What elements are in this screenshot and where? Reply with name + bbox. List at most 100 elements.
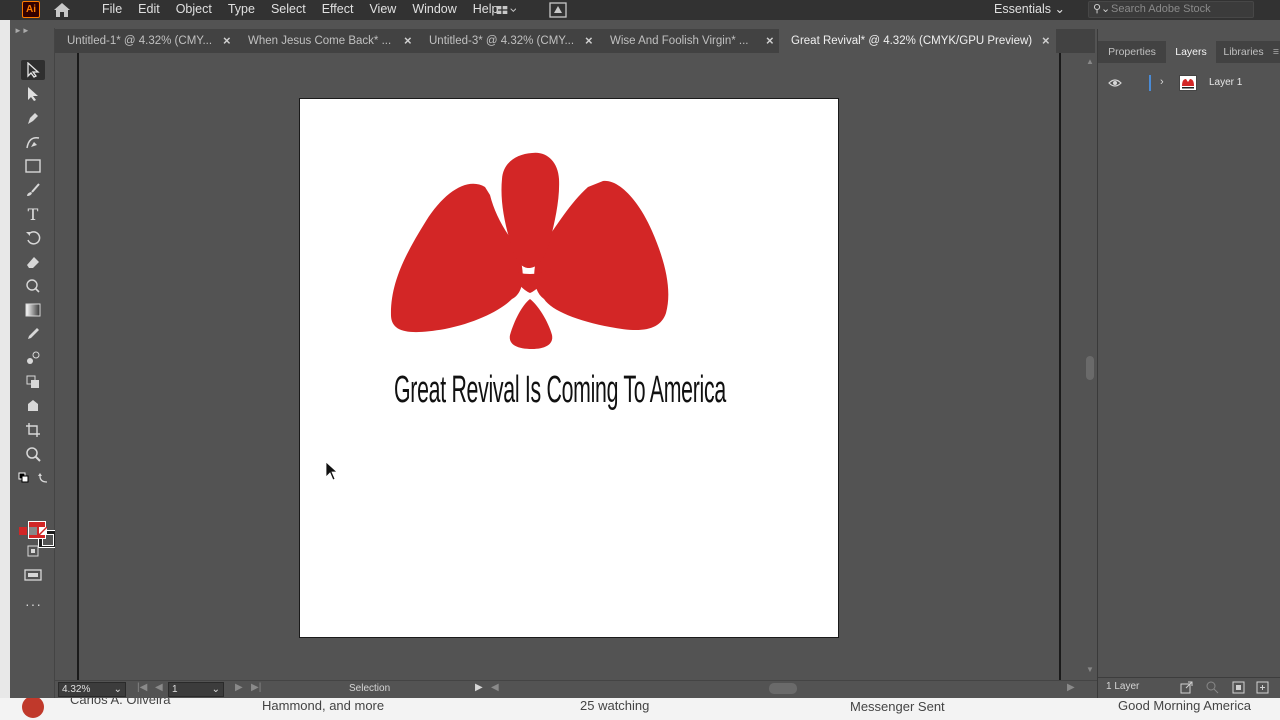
color-mode-icons[interactable]	[19, 526, 47, 536]
layer-count: 1 Layer	[1106, 681, 1140, 692]
tab-when-jesus-come-back[interactable]: When Jesus Come Back* ...	[236, 29, 416, 53]
rectangle-tool-icon[interactable]	[23, 156, 43, 176]
last-artboard-icon[interactable]: ▶|	[251, 682, 261, 693]
tab-layers[interactable]: Layers	[1166, 41, 1216, 63]
horizontal-scroll-thumb[interactable]	[769, 683, 797, 694]
blend-tool-icon[interactable]	[23, 348, 43, 368]
draw-mode-icon[interactable]	[26, 544, 40, 558]
menu-bar: Ai File Edit Object Type Select Effect V…	[0, 0, 1280, 20]
zoom-tool-icon[interactable]	[23, 444, 43, 464]
close-icon[interactable]: ×	[404, 29, 412, 53]
layer-thumbnail	[1179, 75, 1197, 91]
tab-properties[interactable]: Properties	[1098, 41, 1166, 63]
artboard-tool-icon[interactable]	[23, 420, 43, 440]
chevron-right-icon[interactable]: ›	[1160, 76, 1164, 88]
new-sublayer-icon[interactable]	[1256, 681, 1269, 694]
app-logo[interactable]: Ai	[22, 1, 40, 18]
desktop-edge	[0, 20, 10, 700]
live-paint-tool-icon[interactable]	[23, 396, 43, 416]
avatar	[22, 698, 44, 718]
tab-untitled-3[interactable]: Untitled-3* @ 4.32% (CMY...	[417, 29, 597, 53]
mouse-pointer-icon	[325, 461, 339, 481]
layer-row[interactable]: › Layer 1	[1106, 73, 1280, 93]
scroll-right-icon[interactable]: ▶	[1067, 682, 1075, 693]
menu-view[interactable]: View	[361, 0, 404, 20]
swap-colors-icon[interactable]	[38, 472, 50, 484]
menu-window[interactable]: Window	[404, 0, 464, 20]
tab-great-revival[interactable]: Great Revival* @ 4.32% (CMYK/GPU Preview…	[779, 29, 1056, 53]
scroll-down-icon[interactable]: ▼	[1086, 665, 1094, 674]
overlay-text: Messenger Sent	[850, 699, 945, 714]
panel-collapse-icon[interactable]: ►►	[14, 26, 54, 36]
current-tool-status[interactable]: Selection	[349, 683, 390, 694]
overlay-text: Good Morning America	[1118, 698, 1251, 713]
arrange-documents-icon[interactable]	[496, 2, 516, 18]
pen-tool-icon[interactable]	[23, 108, 43, 128]
first-artboard-icon[interactable]: |◀	[137, 682, 147, 693]
scroll-up-icon[interactable]: ▲	[1086, 57, 1094, 66]
document-tabs: Untitled-1* @ 4.32% (CMY... × When Jesus…	[55, 29, 1095, 53]
tab-wise-and-foolish-virgin[interactable]: Wise And Foolish Virgin* ...	[598, 29, 778, 53]
vertical-scroll-thumb[interactable]	[1086, 356, 1094, 380]
video-overlay-strip: Carlos A. Oliveira Hammond, and more 25 …	[0, 698, 1280, 720]
chevron-down-icon[interactable]: ⌄	[212, 683, 220, 696]
clipping-mask-icon[interactable]	[1232, 681, 1245, 694]
zoom-level-field[interactable]: 4.32% ⌄	[58, 682, 126, 697]
tab-libraries[interactable]: Libraries	[1216, 41, 1271, 63]
tab-untitled-1[interactable]: Untitled-1* @ 4.32% (CMY...	[55, 29, 235, 53]
layer-color-indicator	[1149, 75, 1151, 91]
paintbrush-tool-icon[interactable]	[23, 180, 43, 200]
overlay-text: Hammond, and more	[262, 698, 385, 713]
home-icon[interactable]	[52, 1, 72, 19]
menu-file[interactable]: File	[94, 0, 130, 20]
layer-name[interactable]: Layer 1	[1209, 73, 1242, 93]
export-icon[interactable]	[1180, 681, 1193, 694]
artboard-headline[interactable]: Great Revival Is Coming To America	[394, 369, 726, 412]
previous-artboard-icon[interactable]: ◀	[155, 682, 163, 693]
scroll-left-icon[interactable]: ◀	[491, 682, 499, 693]
status-bar: 4.32% ⌄ |◀ ◀ 1 ⌄ ▶ ▶| Selection ▶ ◀ ▶	[55, 680, 1097, 698]
vertical-scrollbar[interactable]: ▲ ▼	[1083, 53, 1097, 681]
locate-object-icon[interactable]	[1206, 681, 1219, 694]
more-tools-icon[interactable]: ···	[25, 596, 42, 612]
panel-tabs: Properties Layers Libraries ≡	[1098, 41, 1280, 63]
eyedropper-tool-icon[interactable]	[23, 324, 43, 344]
next-artboard-icon[interactable]: ▶	[235, 682, 243, 693]
menu-select[interactable]: Select	[263, 0, 314, 20]
artboard[interactable]: Great Revival Is Coming To America	[299, 98, 839, 638]
type-tool-icon[interactable]: T	[23, 204, 43, 224]
eye-visibility-icon[interactable]	[1108, 78, 1122, 88]
stock-search-input[interactable]: ⚲⌄ Search Adobe Stock	[1088, 1, 1254, 18]
shape-builder-tool-icon[interactable]	[23, 372, 43, 392]
gradient-tool-icon[interactable]	[23, 300, 43, 320]
width-tool-icon[interactable]	[23, 276, 43, 296]
close-icon[interactable]: ×	[766, 29, 774, 53]
default-colors-icon[interactable]	[18, 472, 30, 484]
workspace-switcher[interactable]: Essentials ⌄	[994, 0, 1065, 19]
revival-logo[interactable]	[390, 151, 670, 351]
close-icon[interactable]: ×	[223, 29, 231, 53]
panels-dock: Properties Layers Libraries ≡ › Layer 1 …	[1097, 29, 1280, 700]
rotate-tool-icon[interactable]	[23, 228, 43, 248]
overlay-text: 25 watching	[580, 698, 650, 713]
tools-panel: ►► T ···	[10, 26, 56, 700]
close-icon[interactable]: ×	[585, 29, 593, 53]
eraser-tool-icon[interactable]	[23, 252, 43, 272]
artboard-number-field[interactable]: 1 ⌄	[168, 682, 224, 697]
panel-menu-icon[interactable]: ≡	[1271, 41, 1280, 63]
menu-effect[interactable]: Effect	[314, 0, 362, 20]
direct-selection-tool-icon[interactable]	[23, 84, 43, 104]
overlay-text: Carlos A. Oliveira	[70, 698, 171, 707]
close-icon[interactable]: ×	[1042, 29, 1050, 53]
canvas[interactable]: Great Revival Is Coming To America	[55, 53, 1083, 681]
search-icon: ⚲⌄	[1093, 3, 1111, 15]
gpu-performance-icon[interactable]	[548, 2, 568, 18]
menu-edit[interactable]: Edit	[130, 0, 168, 20]
menu-type[interactable]: Type	[220, 0, 263, 20]
chevron-down-icon[interactable]: ⌄	[114, 683, 122, 696]
status-menu-icon[interactable]: ▶	[475, 682, 483, 693]
menu-object[interactable]: Object	[168, 0, 220, 20]
curvature-tool-icon[interactable]	[23, 132, 43, 152]
selection-tool-icon[interactable]	[21, 60, 45, 80]
screen-mode-icon[interactable]	[24, 568, 42, 582]
